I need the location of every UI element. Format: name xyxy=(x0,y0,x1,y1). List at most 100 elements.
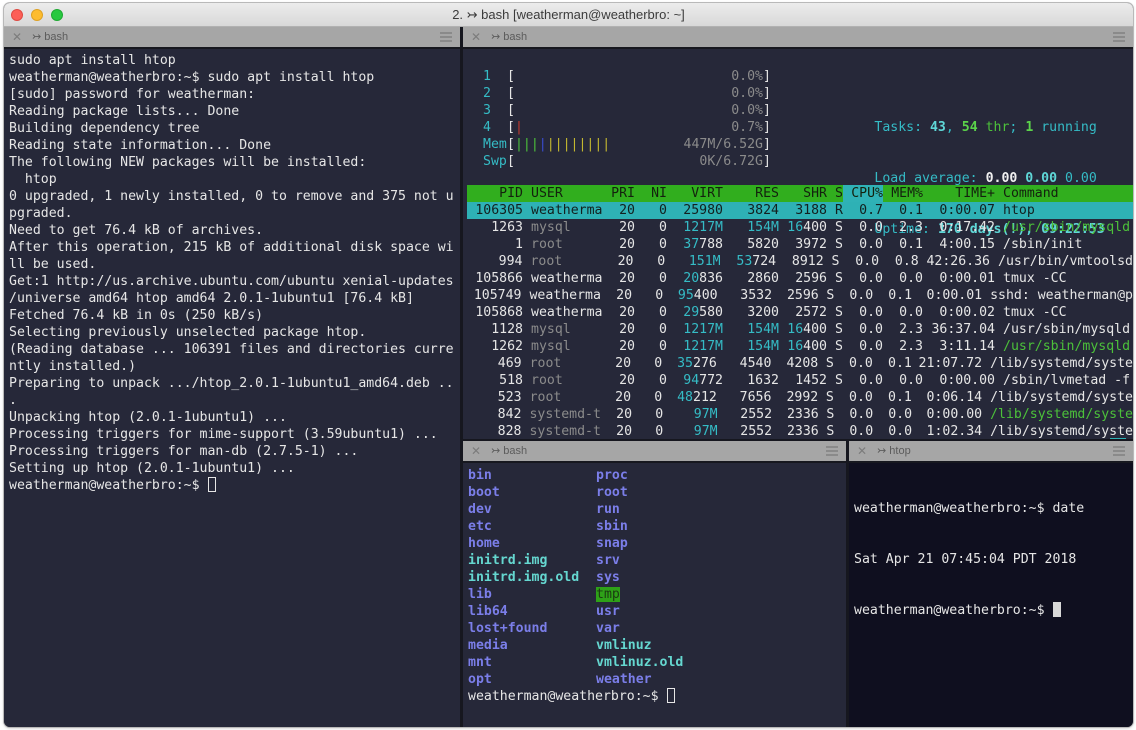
value-high-digits: 48 xyxy=(677,390,693,405)
value-low-digits: 2992 xyxy=(786,390,819,405)
process-row[interactable]: 1128 mysql 20 0 1217M 154M 16400 S 0.0 2.3 36:37.0… xyxy=(467,321,1133,338)
process-row[interactable]: 994 root 20 0 151M 53724 8912 S 0.0 0.8 42:26.36/u… xyxy=(467,253,1133,270)
cell-ni: 0 xyxy=(655,288,664,303)
pane-tab-label: ↣ htop xyxy=(877,445,911,457)
cell-user: weatherma xyxy=(531,271,603,286)
column-header-pri[interactable]: PRI xyxy=(603,185,635,202)
column-header-ni[interactable]: NI xyxy=(635,185,667,202)
minimize-window-button[interactable] xyxy=(31,9,43,21)
cell-time: 0:06.14 xyxy=(926,390,983,405)
cell-virt: 37788 xyxy=(667,236,723,253)
cell-user: mysql xyxy=(531,322,571,337)
close-pane-icon[interactable]: ✕ xyxy=(471,27,481,48)
file-name: media xyxy=(468,638,508,653)
htop-screen[interactable]: 1[0.0%] 2[0.0%] 3[0.0%] 4 [| 0.7%] Mem[|||||||… xyxy=(463,49,1133,439)
cell-time: 4:00.15 xyxy=(939,237,995,252)
bracket-close: ] xyxy=(762,137,771,152)
cell-res: 2552 xyxy=(718,406,772,423)
file-name: var xyxy=(596,621,620,636)
cell-shr: 4208 xyxy=(771,355,818,372)
process-row[interactable]: 518 root 20 0 94772 1632 1452 S 0.0 0.0 0:00.00/sb… xyxy=(467,372,1133,389)
pane-menu-icon[interactable] xyxy=(1113,32,1125,42)
column-header-res[interactable]: RES xyxy=(723,185,779,202)
cell-time: 36:37.04 xyxy=(931,322,995,337)
process-row[interactable]: 1263 mysql 20 0 1217M 154M 16400 S 0.0 2.3 0:17.42… xyxy=(467,219,1133,236)
cell-pri: 20 xyxy=(619,203,635,218)
process-row[interactable]: 105866 weatherma 20 0 20836 2860 2596 S 0.0 0.0 0:… xyxy=(467,270,1133,287)
cell-pri: 20 xyxy=(619,305,635,320)
terminal-output-left[interactable]: sudo apt install htop weatherman@weatherb… xyxy=(4,49,460,727)
cell-pri: 20 xyxy=(615,356,632,371)
ls-column-1: bin boot dev etc home initrd.img initrd.img.ol… xyxy=(468,467,579,688)
cell-mem: 0.0 xyxy=(888,424,913,439)
pane-menu-icon[interactable] xyxy=(440,32,452,42)
cell-pid: 106305 xyxy=(475,203,523,218)
column-header-s[interactable]: S xyxy=(827,185,843,202)
column-header-shr[interactable]: SHR xyxy=(779,185,827,202)
pane-date[interactable]: ✕ ↣ htop weatherman@weatherbro:~$ date S… xyxy=(849,441,1133,727)
process-table[interactable]: PID USER PRI NI VIRT RES SHR S CPU% MEM% TIME+ Comm… xyxy=(467,185,1133,439)
cell-cmd: sshd: weatherman@p xyxy=(990,288,1133,303)
terminal-output-ls[interactable]: bin boot dev etc home initrd.img initrd.img.ol… xyxy=(463,463,846,727)
zoom-window-button[interactable] xyxy=(51,9,63,21)
cell-pri: 20 xyxy=(615,390,632,405)
terminal-output-date[interactable]: weatherman@weatherbro:~$ date Sat Apr 21… xyxy=(849,463,1133,727)
process-row[interactable]: 828 systemd-t 20 0 97M 2552 2336 S 0.0 0.0 1:02.34… xyxy=(467,423,1133,439)
value-high-digits: 154M xyxy=(747,220,779,235)
value-low-digits: 276 xyxy=(693,356,717,371)
pane-left-bash[interactable]: ✕ ↣ bash sudo apt install htop weatherman… xyxy=(4,27,460,727)
column-header-virt[interactable]: VIRT xyxy=(667,185,723,202)
value-high-digits: 1217M xyxy=(683,220,723,235)
close-pane-icon[interactable]: ✕ xyxy=(12,27,22,48)
ls-entry: vmlinuz.old xyxy=(596,654,683,671)
pane-tab-htop[interactable]: ✕ ↣ bash xyxy=(463,27,1133,49)
mem-bar-buffers: | xyxy=(538,137,547,152)
output-line: Processing triggers for man-db (2.7.5-1)… xyxy=(9,444,359,459)
cell-virt: 1217M xyxy=(667,338,723,355)
close-window-button[interactable] xyxy=(11,9,23,21)
pane-tab-ls[interactable]: ✕ ↣ bash xyxy=(463,441,846,463)
cell-s: S xyxy=(835,373,843,388)
pane-tab-left[interactable]: ✕ ↣ bash xyxy=(4,27,460,49)
pane-menu-icon[interactable] xyxy=(826,446,838,456)
close-pane-icon[interactable]: ✕ xyxy=(471,441,481,462)
column-header-time[interactable]: TIME+ xyxy=(923,185,995,202)
process-row[interactable]: 106305 weatherma 20 0 25980 3824 3188 R 0.7 0.1 0:… xyxy=(467,202,1133,219)
cell-mem: 0.0 xyxy=(899,305,923,320)
pane-ls[interactable]: ✕ ↣ bash bin boot dev etc home initrd.img init… xyxy=(463,441,846,727)
pane-menu-icon[interactable] xyxy=(1113,446,1125,456)
cell-shr: 2336 xyxy=(772,423,819,439)
output-line: (Reading database ... 106391 files and d… xyxy=(9,342,454,357)
value-high-digits: 1217M xyxy=(683,339,723,354)
file-name: weather xyxy=(596,672,652,687)
column-header-cmd[interactable]: Command xyxy=(995,185,1133,202)
cell-pri: 20 xyxy=(619,271,635,286)
tasks-count: 43 xyxy=(929,120,946,135)
pane-htop[interactable]: ✕ ↣ bash 1[0.0%] 2[0.0%] 3[0.0%] 4 [| 0.7%] Me… xyxy=(463,27,1133,439)
process-row[interactable]: 1 root 20 0 37788 5820 3972 S 0.0 0.1 4:00.15/sbin… xyxy=(467,236,1133,253)
process-row[interactable]: 469 root 20 0 35276 4540 4208 S 0.0 0.1 21:07.72/l… xyxy=(467,355,1133,372)
cell-shr: 16400 xyxy=(779,338,827,355)
ls-entry: initrd.img xyxy=(468,552,579,569)
file-name: lib xyxy=(468,587,492,602)
cell-ni: 0 xyxy=(659,220,667,235)
pane-tab-date[interactable]: ✕ ↣ htop xyxy=(849,441,1133,463)
process-row[interactable]: 105749 weatherma 20 0 95400 3532 2596 S 0.0 0.1 0:… xyxy=(467,287,1133,304)
memory-meter: Mem[|||||||||||| 447M/6.52G] xyxy=(483,137,771,152)
ls-entry: media xyxy=(468,637,579,654)
title-bar[interactable]: 2. ↣ bash [weatherman@weatherbro: ~] xyxy=(4,3,1133,27)
column-header-user[interactable]: USER xyxy=(523,185,603,202)
cell-virt: 35276 xyxy=(662,355,717,372)
cell-pid: 828 xyxy=(497,424,522,439)
shell-prompt: weatherman@weatherbro:~$ xyxy=(468,689,667,704)
close-pane-icon[interactable]: ✕ xyxy=(857,441,867,462)
value-low-digits: 212 xyxy=(693,390,717,405)
column-header-pid[interactable]: PID xyxy=(467,185,523,202)
process-row[interactable]: 105868 weatherma 20 0 29580 3200 2572 S 0.0 0.0 0:… xyxy=(467,304,1133,321)
process-row[interactable]: 1262 mysql 20 0 1217M 154M 16400 S 0.0 2.3 3:11.14… xyxy=(467,338,1133,355)
column-header-mem[interactable]: MEM% xyxy=(883,185,923,202)
cell-time: 3:11.14 xyxy=(939,339,995,354)
process-row[interactable]: 842 systemd-t 20 0 97M 2552 2336 S 0.0 0.0 0:00.00… xyxy=(467,406,1133,423)
column-header-cpu[interactable]: CPU% xyxy=(843,185,883,202)
process-row[interactable]: 523 root 20 0 48212 7656 2992 S 0.0 0.1 0:06.14/li… xyxy=(467,389,1133,406)
